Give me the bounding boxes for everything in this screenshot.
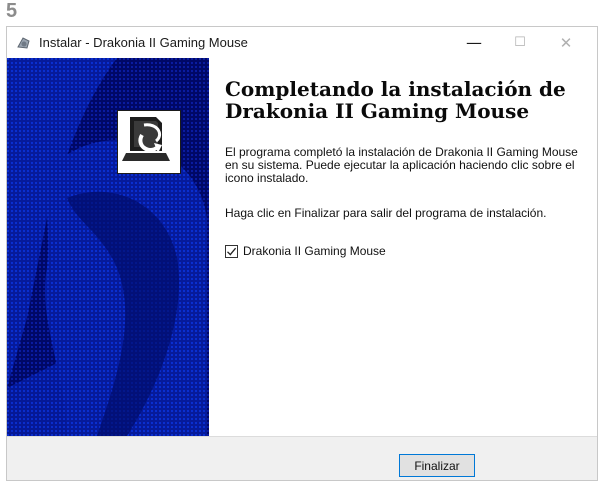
completion-message: El programa completó la instalación de D… xyxy=(225,145,578,185)
launch-app-checkbox-row[interactable]: Drakonia II Gaming Mouse xyxy=(225,244,386,258)
window-title: Instalar - Drakonia II Gaming Mouse xyxy=(39,35,248,50)
checkmark-icon xyxy=(227,247,237,256)
maximize-button[interactable]: ☐ xyxy=(497,27,543,58)
launch-app-checkbox[interactable] xyxy=(225,244,238,258)
exit-instruction: Haga clic en Finalizar para salir del pr… xyxy=(225,206,547,220)
minimize-button[interactable]: — xyxy=(451,27,497,58)
step-number: 5 xyxy=(6,0,18,22)
installer-window: Instalar - Drakonia II Gaming Mouse — ☐ … xyxy=(6,26,598,481)
installer-icon xyxy=(16,35,32,51)
close-button[interactable]: ✕ xyxy=(543,27,589,58)
installer-logo-icon xyxy=(117,110,181,174)
title-bar: Instalar - Drakonia II Gaming Mouse — ☐ … xyxy=(7,27,597,58)
side-banner-image xyxy=(7,58,209,436)
button-bar: Finalizar xyxy=(7,436,597,480)
checkbox-label: Drakonia II Gaming Mouse xyxy=(243,244,386,258)
finish-button[interactable]: Finalizar xyxy=(399,454,475,477)
content-panel: Completando la instalación de Drakonia I… xyxy=(209,58,597,436)
page-heading: Completando la instalación de Drakonia I… xyxy=(225,77,566,123)
